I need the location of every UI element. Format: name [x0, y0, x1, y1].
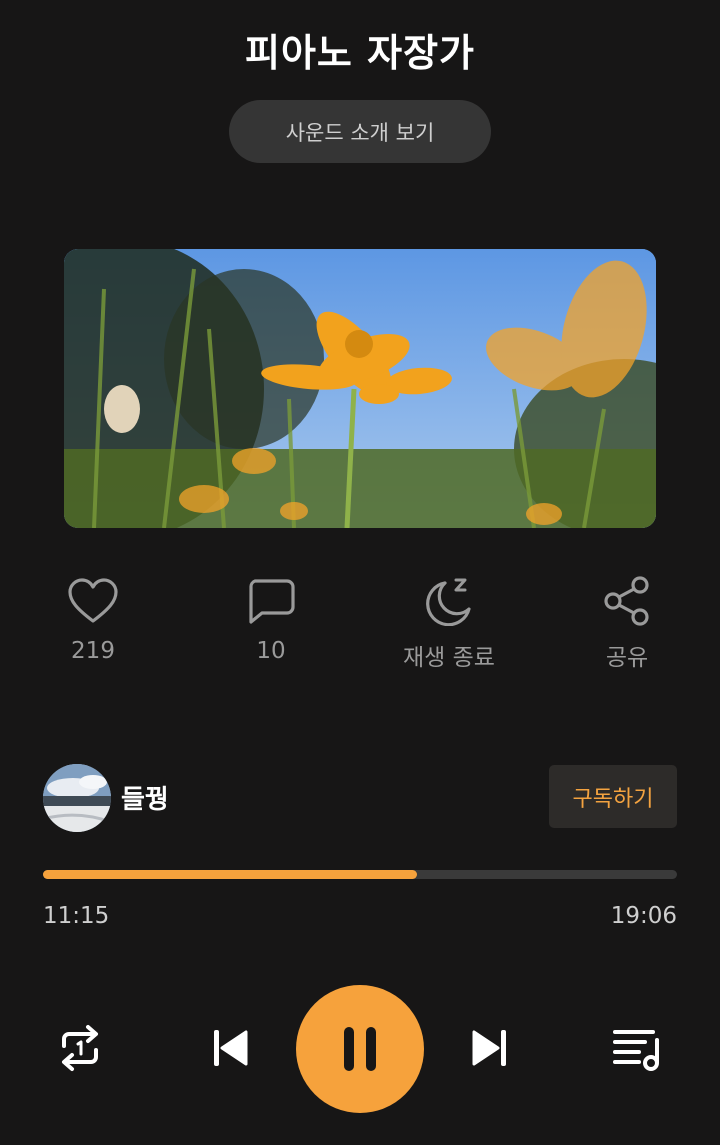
creator-name[interactable]: 들꿩: [121, 779, 169, 816]
total-time: 19:06: [610, 903, 677, 929]
previous-button[interactable]: [200, 1018, 260, 1078]
next-button[interactable]: [460, 1018, 520, 1078]
heart-icon: [23, 570, 163, 632]
comment-button[interactable]: 10: [201, 570, 341, 664]
repeat-one-button[interactable]: [48, 1018, 112, 1078]
sleep-timer-label: 재생 종료: [403, 645, 495, 671]
pause-button[interactable]: [296, 985, 424, 1113]
moon-sleep-icon: [379, 570, 519, 632]
elapsed-time: 11:15: [43, 903, 110, 929]
playlist-icon: [613, 1030, 659, 1071]
like-button[interactable]: 219: [23, 570, 163, 664]
comment-icon: [201, 570, 341, 632]
share-icon: [557, 570, 697, 632]
like-count: 219: [71, 638, 115, 664]
sleep-timer-button[interactable]: 재생 종료: [379, 570, 519, 672]
cover-image: [64, 249, 656, 528]
subscribe-button[interactable]: 구독하기: [549, 765, 677, 828]
page-title: 피아노 자장가: [245, 31, 475, 75]
creator-avatar[interactable]: [43, 764, 111, 832]
comment-count: 10: [256, 638, 286, 664]
share-label: 공유: [605, 645, 649, 671]
share-button[interactable]: 공유: [557, 570, 697, 672]
previous-icon: [214, 1030, 248, 1066]
repeat-one-icon: [62, 1025, 98, 1071]
next-icon: [472, 1030, 506, 1066]
playlist-button[interactable]: [606, 1018, 670, 1078]
pause-icon: [344, 1027, 376, 1071]
progress-fill: [43, 870, 418, 879]
progress-bar[interactable]: [43, 870, 677, 879]
sound-intro-button[interactable]: 사운드 소개 보기: [229, 100, 491, 163]
